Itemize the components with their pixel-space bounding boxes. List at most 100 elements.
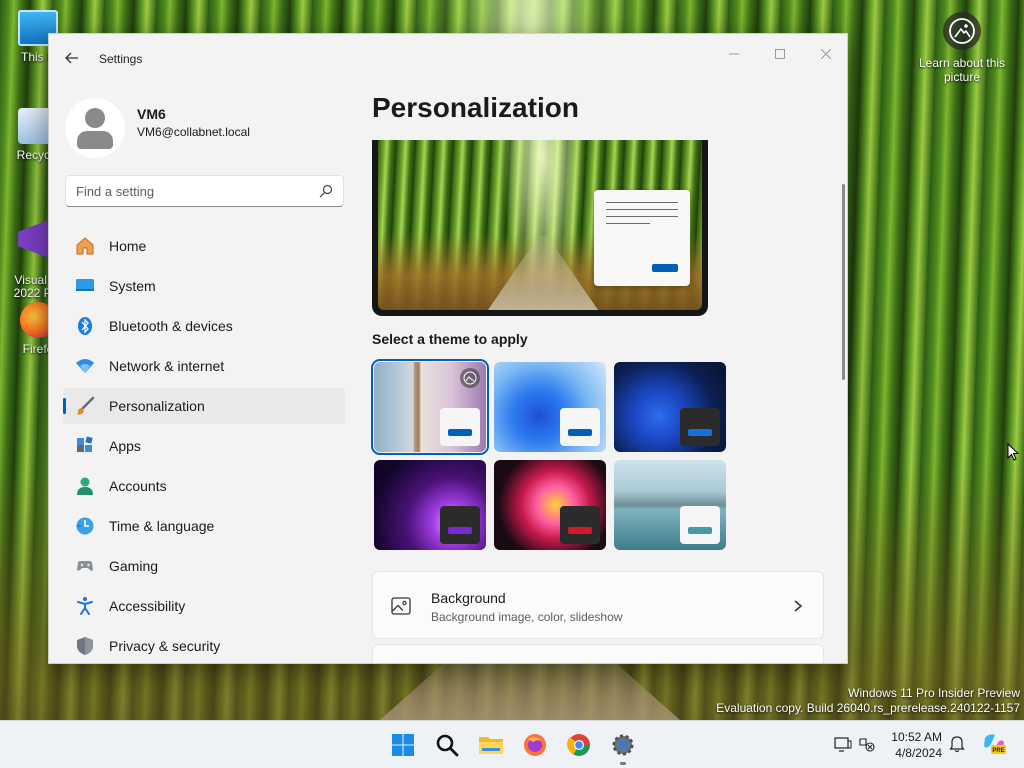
back-button[interactable] [59, 46, 85, 70]
settings-icon [612, 734, 634, 756]
scrollbar[interactable] [842, 184, 845, 380]
sidebar-item-label: Personalization [109, 398, 205, 414]
background-setting-card[interactable]: Background Background image, color, slid… [372, 571, 824, 639]
preview-window [594, 190, 690, 286]
theme-spotlight[interactable] [371, 359, 489, 455]
sidebar-item-system[interactable]: System [63, 268, 345, 304]
display-tray-button[interactable] [832, 733, 854, 755]
sidebar-item-label: System [109, 278, 156, 294]
sidebar-item-label: Accounts [109, 478, 167, 494]
evaluation-watermark: Windows 11 Pro Insider Preview Evaluatio… [716, 686, 1020, 716]
start-icon [392, 734, 414, 756]
display-icon [834, 737, 852, 752]
back-arrow-icon [65, 52, 78, 64]
learn-label: Learn about this picture [918, 56, 1006, 84]
firefox-button[interactable] [519, 729, 551, 761]
maximize-button[interactable] [757, 38, 803, 70]
globe-clock-icon [75, 516, 95, 536]
sidebar-item-apps[interactable]: Apps [63, 428, 345, 464]
sidebar-item-label: Privacy & security [109, 638, 221, 654]
image-icon [391, 597, 411, 615]
settings-button[interactable] [607, 729, 639, 765]
chrome-button[interactable] [563, 729, 595, 761]
copilot-button[interactable]: PRE [980, 733, 1008, 755]
user-name: VM6 [137, 106, 166, 122]
theme-light[interactable] [494, 362, 606, 452]
minimize-button[interactable] [711, 38, 757, 70]
colors-setting-card[interactable] [372, 644, 824, 663]
search-input[interactable] [66, 176, 306, 206]
title-bar[interactable]: Settings [49, 34, 847, 82]
wifi-icon [75, 356, 95, 376]
settings-window: Settings VM6 VM6@collabnet.local Home [48, 33, 848, 664]
theme-preview [372, 140, 708, 316]
copilot-icon: PRE [984, 734, 1006, 754]
sidebar-item-personalization[interactable]: Personalization [63, 388, 345, 424]
mouse-cursor-icon [1007, 443, 1019, 461]
home-icon [75, 236, 95, 256]
sidebar-item-accounts[interactable]: Accounts [63, 468, 345, 504]
sidebar-item-gaming[interactable]: Gaming [63, 548, 345, 584]
maximize-icon [775, 49, 785, 59]
page-title: Personalization [372, 92, 579, 123]
user-email: VM6@collabnet.local [137, 125, 250, 139]
search-box[interactable] [65, 175, 344, 207]
taskbar-clock[interactable]: 10:52 AM 4/8/2024 [891, 729, 942, 761]
theme-flow[interactable] [614, 460, 726, 550]
taskbar: 10:52 AM 4/8/2024 PRE [0, 720, 1024, 768]
theme-captured-motion[interactable] [494, 460, 606, 550]
sidebar-item-network[interactable]: Network & internet [63, 348, 345, 384]
sidebar-item-label: Apps [109, 438, 141, 454]
notifications-button[interactable] [946, 733, 968, 755]
apps-icon [75, 436, 95, 456]
spotlight-icon [943, 12, 981, 50]
avatar[interactable] [65, 98, 125, 158]
sidebar-item-label: Network & internet [109, 358, 225, 374]
sidebar-item-label: Home [109, 238, 147, 254]
network-tray-button[interactable] [856, 733, 878, 755]
bell-icon [949, 736, 965, 753]
close-button[interactable] [803, 38, 847, 70]
watermark-line: Windows 11 Pro Insider Preview [848, 686, 1020, 700]
search-icon [319, 184, 333, 198]
chevron-right-icon [794, 600, 803, 612]
taskbar-search-button[interactable] [431, 729, 463, 761]
learn-about-picture[interactable]: Learn about this picture [914, 12, 1010, 84]
minimize-icon [729, 53, 739, 55]
file-explorer-button[interactable] [475, 729, 507, 761]
sidebar-nav: Home System Bluetooth & devices Network … [63, 228, 345, 663]
accounts-icon [75, 476, 95, 496]
sidebar-item-bluetooth[interactable]: Bluetooth & devices [63, 308, 345, 344]
theme-dark[interactable] [614, 362, 726, 452]
file-explorer-icon [479, 737, 503, 754]
shield-icon [75, 636, 95, 656]
start-button[interactable] [387, 729, 419, 761]
theme-section-heading: Select a theme to apply [372, 331, 528, 347]
network-disconnected-icon [859, 738, 875, 752]
sidebar-item-time-language[interactable]: Time & language [63, 508, 345, 544]
clock-time: 10:52 AM [891, 730, 942, 744]
sidebar-item-privacy[interactable]: Privacy & security [63, 628, 345, 663]
watermark-line: Evaluation copy. Build 26040.rs_prerelea… [716, 701, 1020, 715]
chrome-icon [567, 734, 590, 756]
clock-date: 4/8/2024 [895, 746, 942, 760]
spotlight-icon [460, 368, 480, 388]
app-title: Settings [99, 52, 143, 66]
sidebar-item-home[interactable]: Home [63, 228, 345, 264]
bluetooth-icon [75, 316, 95, 336]
sidebar-item-label: Accessibility [109, 598, 186, 614]
firefox-icon [524, 734, 546, 756]
system-icon [75, 276, 95, 296]
search-icon [436, 734, 459, 757]
copilot-badge: PRE [992, 748, 1004, 754]
sidebar-item-accessibility[interactable]: Accessibility [63, 588, 345, 624]
sidebar-item-label: Bluetooth & devices [109, 318, 233, 334]
background-subtitle: Background image, color, slideshow [431, 610, 623, 624]
theme-glow[interactable] [374, 460, 486, 550]
sidebar-item-label: Time & language [109, 518, 215, 534]
accessibility-icon [75, 596, 95, 616]
brush-icon [75, 396, 95, 416]
background-title: Background [431, 590, 506, 606]
controller-icon [75, 556, 95, 576]
close-icon [821, 49, 831, 59]
